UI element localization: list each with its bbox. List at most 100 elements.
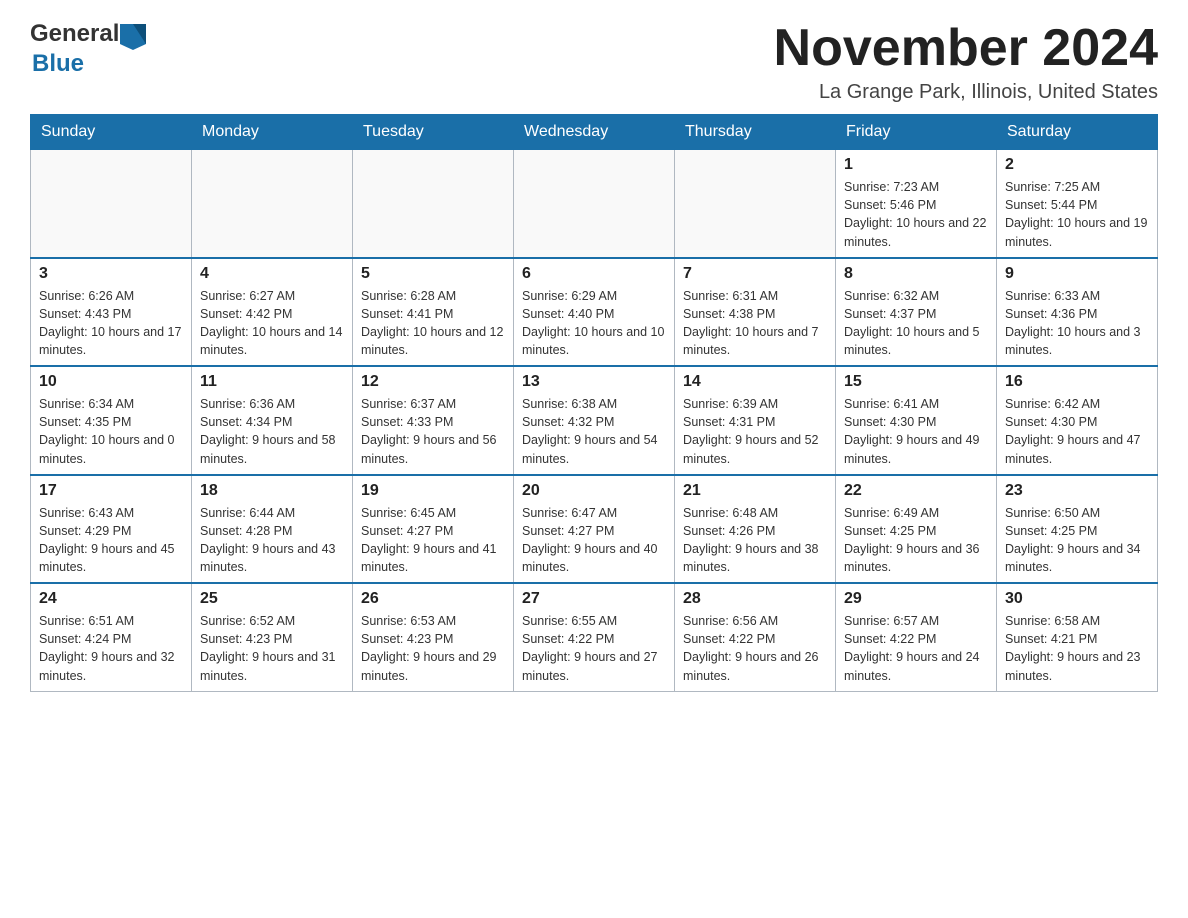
calendar-cell: 5 Sunrise: 6:28 AM Sunset: 4:41 PM Daylig… xyxy=(353,258,514,367)
day-number: 8 xyxy=(844,265,988,283)
day-info: Sunrise: 6:31 AM Sunset: 4:38 PM Dayligh… xyxy=(683,287,827,360)
day-number: 21 xyxy=(683,482,827,500)
day-number: 7 xyxy=(683,265,827,283)
calendar-cell: 24 Sunrise: 6:51 AM Sunset: 4:24 PM Dayli… xyxy=(31,583,192,691)
day-number: 10 xyxy=(39,373,183,391)
calendar-cell: 17Sunrise: 6:43 AM Sunset: 4:29 PM Dayli… xyxy=(31,475,192,584)
weekday-header-thursday: Thursday xyxy=(675,115,836,150)
calendar-header-row: SundayMondayTuesdayWednesdayThursdayFrid… xyxy=(31,115,1158,150)
weekday-header-monday: Monday xyxy=(192,115,353,150)
calendar-cell: 15Sunrise: 6:41 AM Sunset: 4:30 PM Dayli… xyxy=(836,366,997,475)
day-info: Sunrise: 6:34 AM Sunset: 4:35 PM Dayligh… xyxy=(39,395,183,468)
calendar-cell: 23 Sunrise: 6:50 AM Sunset: 4:25 PM Dayli… xyxy=(997,475,1158,584)
calendar-cell: 14 Sunrise: 6:39 AM Sunset: 4:31 PM Dayli… xyxy=(675,366,836,475)
calendar-cell: 8 Sunrise: 6:32 AM Sunset: 4:37 PM Daylig… xyxy=(836,258,997,367)
calendar-cell: 30 Sunrise: 6:58 AM Sunset: 4:21 PM Dayli… xyxy=(997,583,1158,691)
calendar-week-row: 3 Sunrise: 6:26 AM Sunset: 4:43 PM Daylig… xyxy=(31,258,1158,367)
day-info: Sunrise: 6:38 AM Sunset: 4:32 PM Dayligh… xyxy=(522,395,666,468)
weekday-header-wednesday: Wednesday xyxy=(514,115,675,150)
logo-blue: Blue xyxy=(32,50,84,77)
day-info: Sunrise: 6:26 AM Sunset: 4:43 PM Dayligh… xyxy=(39,287,183,360)
day-info: Sunrise: 6:51 AM Sunset: 4:24 PM Dayligh… xyxy=(39,612,183,685)
day-info: Sunrise: 6:32 AM Sunset: 4:37 PM Dayligh… xyxy=(844,287,988,360)
day-info: Sunrise: 6:58 AM Sunset: 4:21 PM Dayligh… xyxy=(1005,612,1149,685)
day-number: 24 xyxy=(39,590,183,608)
calendar-cell: 10 Sunrise: 6:34 AM Sunset: 4:35 PM Dayli… xyxy=(31,366,192,475)
day-info: Sunrise: 6:42 AM Sunset: 4:30 PM Dayligh… xyxy=(1005,395,1149,468)
day-number: 1 xyxy=(844,156,988,174)
calendar-cell: 20 Sunrise: 6:47 AM Sunset: 4:27 PM Dayli… xyxy=(514,475,675,584)
calendar-week-row: 10 Sunrise: 6:34 AM Sunset: 4:35 PM Dayli… xyxy=(31,366,1158,475)
calendar-cell: 25Sunrise: 6:52 AM Sunset: 4:23 PM Dayli… xyxy=(192,583,353,691)
calendar-cell: 27Sunrise: 6:55 AM Sunset: 4:22 PM Dayli… xyxy=(514,583,675,691)
day-info: Sunrise: 6:41 AM Sunset: 4:30 PM Dayligh… xyxy=(844,395,988,468)
day-number: 2 xyxy=(1005,156,1149,174)
day-number: 26 xyxy=(361,590,505,608)
day-number: 5 xyxy=(361,265,505,283)
day-info: Sunrise: 6:43 AM Sunset: 4:29 PM Dayligh… xyxy=(39,504,183,577)
calendar-cell: 28Sunrise: 6:56 AM Sunset: 4:22 PM Dayli… xyxy=(675,583,836,691)
day-number: 12 xyxy=(361,373,505,391)
calendar-cell: 2Sunrise: 7:25 AM Sunset: 5:44 PM Daylig… xyxy=(997,150,1158,258)
day-info: Sunrise: 6:37 AM Sunset: 4:33 PM Dayligh… xyxy=(361,395,505,468)
day-number: 20 xyxy=(522,482,666,500)
day-number: 11 xyxy=(200,373,344,391)
day-info: Sunrise: 6:44 AM Sunset: 4:28 PM Dayligh… xyxy=(200,504,344,577)
calendar-week-row: 17Sunrise: 6:43 AM Sunset: 4:29 PM Dayli… xyxy=(31,475,1158,584)
calendar-cell: 22 Sunrise: 6:49 AM Sunset: 4:25 PM Dayli… xyxy=(836,475,997,584)
title-block: November 2024 La Grange Park, Illinois, … xyxy=(774,20,1158,104)
day-number: 18 xyxy=(200,482,344,500)
day-info: Sunrise: 6:49 AM Sunset: 4:25 PM Dayligh… xyxy=(844,504,988,577)
calendar-cell xyxy=(514,150,675,258)
day-info: Sunrise: 6:33 AM Sunset: 4:36 PM Dayligh… xyxy=(1005,287,1149,360)
day-info: Sunrise: 6:57 AM Sunset: 4:22 PM Dayligh… xyxy=(844,612,988,685)
day-info: Sunrise: 6:28 AM Sunset: 4:41 PM Dayligh… xyxy=(361,287,505,360)
logo: General Blue xyxy=(30,20,147,78)
day-number: 23 xyxy=(1005,482,1149,500)
calendar-cell: 29 Sunrise: 6:57 AM Sunset: 4:22 PM Dayli… xyxy=(836,583,997,691)
day-info: Sunrise: 6:36 AM Sunset: 4:34 PM Dayligh… xyxy=(200,395,344,468)
weekday-header-tuesday: Tuesday xyxy=(353,115,514,150)
day-number: 22 xyxy=(844,482,988,500)
day-number: 3 xyxy=(39,265,183,283)
calendar-cell: 3 Sunrise: 6:26 AM Sunset: 4:43 PM Daylig… xyxy=(31,258,192,367)
day-info: Sunrise: 6:27 AM Sunset: 4:42 PM Dayligh… xyxy=(200,287,344,360)
calendar-cell xyxy=(675,150,836,258)
calendar-cell xyxy=(31,150,192,258)
day-info: Sunrise: 6:52 AM Sunset: 4:23 PM Dayligh… xyxy=(200,612,344,685)
calendar-cell: 21Sunrise: 6:48 AM Sunset: 4:26 PM Dayli… xyxy=(675,475,836,584)
day-number: 27 xyxy=(522,590,666,608)
logo-general: General xyxy=(30,20,119,47)
month-title: November 2024 xyxy=(774,20,1158,77)
calendar-cell: 7 Sunrise: 6:31 AM Sunset: 4:38 PM Daylig… xyxy=(675,258,836,367)
day-info: Sunrise: 6:29 AM Sunset: 4:40 PM Dayligh… xyxy=(522,287,666,360)
calendar-cell: 9Sunrise: 6:33 AM Sunset: 4:36 PM Daylig… xyxy=(997,258,1158,367)
logo-text: General Blue xyxy=(30,20,147,78)
day-number: 4 xyxy=(200,265,344,283)
calendar-cell: 11 Sunrise: 6:36 AM Sunset: 4:34 PM Dayli… xyxy=(192,366,353,475)
calendar-cell: 4 Sunrise: 6:27 AM Sunset: 4:42 PM Daylig… xyxy=(192,258,353,367)
day-info: Sunrise: 6:39 AM Sunset: 4:31 PM Dayligh… xyxy=(683,395,827,468)
calendar-cell: 1 Sunrise: 7:23 AM Sunset: 5:46 PM Daylig… xyxy=(836,150,997,258)
day-info: Sunrise: 6:45 AM Sunset: 4:27 PM Dayligh… xyxy=(361,504,505,577)
calendar-cell: 13 Sunrise: 6:38 AM Sunset: 4:32 PM Dayli… xyxy=(514,366,675,475)
weekday-header-friday: Friday xyxy=(836,115,997,150)
day-info: Sunrise: 6:50 AM Sunset: 4:25 PM Dayligh… xyxy=(1005,504,1149,577)
page-header: General Blue November 2024 La Grange Par… xyxy=(30,20,1158,104)
calendar-cell: 6Sunrise: 6:29 AM Sunset: 4:40 PM Daylig… xyxy=(514,258,675,367)
day-info: Sunrise: 7:23 AM Sunset: 5:46 PM Dayligh… xyxy=(844,178,988,251)
day-info: Sunrise: 6:47 AM Sunset: 4:27 PM Dayligh… xyxy=(522,504,666,577)
day-number: 30 xyxy=(1005,590,1149,608)
location-subtitle: La Grange Park, Illinois, United States xyxy=(774,81,1158,104)
calendar-cell xyxy=(353,150,514,258)
day-number: 29 xyxy=(844,590,988,608)
day-number: 19 xyxy=(361,482,505,500)
calendar-cell xyxy=(192,150,353,258)
day-number: 14 xyxy=(683,373,827,391)
day-number: 28 xyxy=(683,590,827,608)
calendar-cell: 19 Sunrise: 6:45 AM Sunset: 4:27 PM Dayli… xyxy=(353,475,514,584)
calendar-week-row: 24 Sunrise: 6:51 AM Sunset: 4:24 PM Dayli… xyxy=(31,583,1158,691)
calendar-week-row: 1 Sunrise: 7:23 AM Sunset: 5:46 PM Daylig… xyxy=(31,150,1158,258)
day-number: 13 xyxy=(522,373,666,391)
calendar-cell: 18 Sunrise: 6:44 AM Sunset: 4:28 PM Dayli… xyxy=(192,475,353,584)
